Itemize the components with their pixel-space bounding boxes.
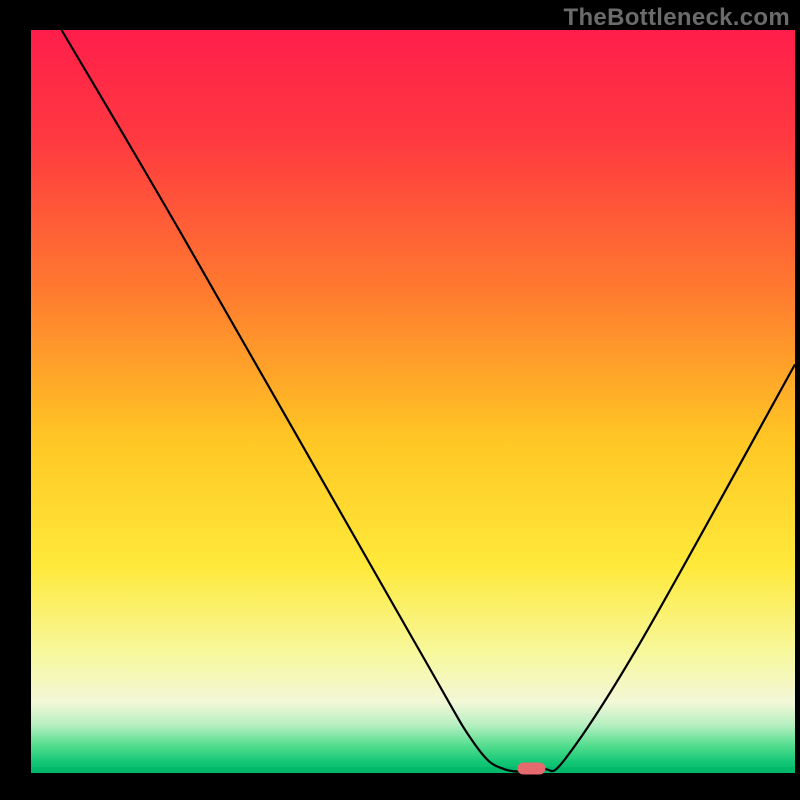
bottleneck-chart (0, 0, 800, 800)
optimal-marker (517, 763, 545, 775)
chart-baseline-band (31, 767, 795, 773)
watermark-text: TheBottleneck.com (564, 4, 790, 32)
chart-plot-area (31, 30, 795, 773)
chart-container: TheBottleneck.com (0, 0, 800, 800)
